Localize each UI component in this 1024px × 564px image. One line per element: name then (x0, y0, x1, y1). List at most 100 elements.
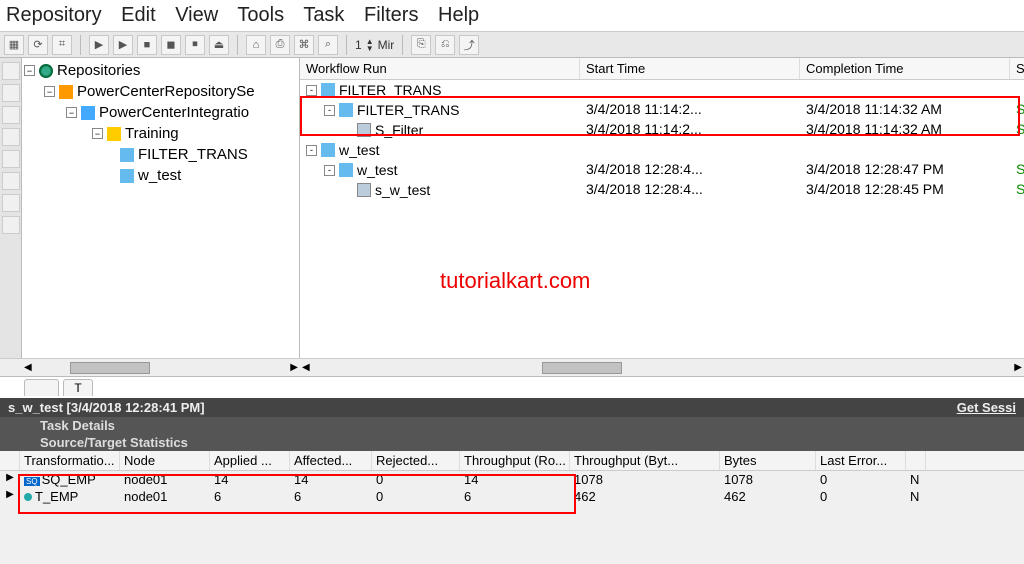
expander-icon[interactable]: − (66, 107, 77, 118)
workflow-run-row[interactable]: -FILTER_TRANS3/4/2018 11:14:2...3/4/2018… (300, 100, 1024, 120)
start-time: 3/4/2018 11:14:2... (580, 100, 800, 120)
scroll-left[interactable]: ◀ (300, 362, 312, 373)
workflow-run-row[interactable]: -w_test3/4/2018 12:28:4...3/4/2018 12:28… (300, 160, 1024, 180)
vtb-2[interactable] (2, 84, 20, 102)
tb-btn-7[interactable]: ◼ (161, 35, 181, 55)
workflow-run-grid[interactable]: Workflow Run Start Time Completion Time … (300, 58, 1024, 358)
expander-icon[interactable]: − (44, 86, 55, 97)
col-start-time[interactable]: Start Time (580, 58, 800, 79)
menu-edit[interactable]: Edit (121, 4, 155, 26)
scrollbar-thumb[interactable] (542, 362, 622, 374)
navigator-tree[interactable]: − Repositories − PowerCenterRepositorySe… (22, 58, 300, 358)
stats-row[interactable]: ▶T_EMPnode0166064624620N (0, 488, 1024, 505)
scroll-right[interactable]: ▶ (288, 362, 300, 373)
stats-row[interactable]: ▶SQSQ_EMPnode011414014107810780N (0, 471, 1024, 488)
throughput-bytes: 462 (570, 488, 720, 505)
vtb-8[interactable] (2, 216, 20, 234)
vtb-3[interactable] (2, 106, 20, 124)
tree-wf-w-test[interactable]: w_test (22, 165, 299, 186)
session-panel: s_w_test [3/4/2018 12:28:41 PM] Get Sess… (0, 398, 1024, 505)
workflow-run-row[interactable]: -w_test (300, 140, 1024, 160)
menu-view[interactable]: View (175, 4, 218, 26)
tree-wf-filter-trans[interactable]: FILTER_TRANS (22, 144, 299, 165)
scroll-right[interactable]: ▶ (1012, 362, 1024, 373)
tb-btn-9[interactable]: ⏏ (209, 35, 229, 55)
tree-folder-training[interactable]: − Training (22, 123, 299, 144)
tb-btn-4[interactable]: ▶ (89, 35, 109, 55)
col-completion-time[interactable]: Completion Time (800, 58, 1010, 79)
spinner-down[interactable]: ▼ (366, 45, 374, 52)
wf-icon (339, 163, 353, 177)
throughput-rows: 14 (460, 471, 570, 488)
tree-integration[interactable]: − PowerCenterIntegratio (22, 102, 299, 123)
rejected-rows: 0 (372, 488, 460, 505)
source-qualifier-icon: SQ (24, 477, 40, 486)
folder-icon (107, 127, 121, 141)
tree-label: PowerCenterIntegratio (99, 104, 249, 121)
workflow-run-row[interactable]: s_w_test3/4/2018 12:28:4...3/4/2018 12:2… (300, 180, 1024, 200)
tb-btn-14[interactable]: ⎘ (411, 35, 431, 55)
bottom-tab-strip: T (0, 376, 1024, 398)
vtb-4[interactable] (2, 128, 20, 146)
applied-rows: 14 (210, 471, 290, 488)
scroll-left[interactable]: ◀ (22, 362, 34, 373)
col-throughput-rows[interactable]: Throughput (Ro... (460, 451, 570, 470)
menu-help[interactable]: Help (438, 4, 479, 26)
tb-btn-13[interactable]: ⌕ (318, 35, 338, 55)
tb-btn-3[interactable]: ⌗ (52, 35, 72, 55)
tb-btn-12[interactable]: ⌘ (294, 35, 314, 55)
menu-task[interactable]: Task (303, 4, 344, 26)
status (1010, 80, 1024, 100)
col-transformation[interactable]: Transformatio... (20, 451, 120, 470)
expander-icon[interactable]: - (306, 145, 317, 156)
tb-btn-8[interactable]: ⏹ (185, 35, 205, 55)
tab-a[interactable] (24, 379, 59, 396)
menu-repository[interactable]: Repository (6, 4, 102, 26)
tb-btn-6[interactable]: ■ (137, 35, 157, 55)
col-node[interactable]: Node (120, 451, 210, 470)
run-name: FILTER_TRANS (357, 102, 459, 118)
col-rejected[interactable]: Rejected... (372, 451, 460, 470)
tree-label: PowerCenterRepositorySe (77, 83, 255, 100)
col-throughput-bytes[interactable]: Throughput (Byt... (570, 451, 720, 470)
expander-icon[interactable]: - (324, 105, 335, 116)
vtb-7[interactable] (2, 194, 20, 212)
tb-btn-1[interactable]: ▦ (4, 35, 24, 55)
tb-btn-2[interactable]: ⟳ (28, 35, 48, 55)
col-bytes[interactable]: Bytes (720, 451, 816, 470)
workflow-run-row[interactable]: S_Filter3/4/2018 11:14:2...3/4/2018 11:1… (300, 120, 1024, 140)
status: Succeeded (1010, 120, 1024, 140)
vertical-toolbar (0, 58, 22, 358)
col-affected[interactable]: Affected... (290, 451, 372, 470)
vtb-1[interactable] (2, 62, 20, 80)
tb-btn-10[interactable]: ⌂ (246, 35, 266, 55)
col-status[interactable]: Status (1010, 58, 1024, 79)
affected-rows: 6 (290, 488, 372, 505)
completion-time (800, 80, 1010, 100)
menu-filters[interactable]: Filters (364, 4, 418, 26)
start-time (580, 80, 800, 100)
expander-icon[interactable]: − (24, 65, 35, 76)
vtb-5[interactable] (2, 150, 20, 168)
expander-icon[interactable]: - (324, 165, 335, 176)
tb-btn-11[interactable]: ⎙ (270, 35, 290, 55)
tb-btn-16[interactable]: ⤴ (459, 35, 479, 55)
expander-icon[interactable]: - (306, 85, 317, 96)
vtb-6[interactable] (2, 172, 20, 190)
workflow-run-row[interactable]: -FILTER_TRANS (300, 80, 1024, 100)
tb-btn-15[interactable]: ⎌ (435, 35, 455, 55)
get-session-link[interactable]: Get Sessi (957, 400, 1016, 415)
col-last-error[interactable]: Last Error... (816, 451, 906, 470)
bytes: 1078 (720, 471, 816, 488)
tree-root-repositories[interactable]: − Repositories (22, 60, 299, 81)
col-workflow-run[interactable]: Workflow Run (300, 58, 580, 79)
tab-b[interactable]: T (63, 379, 92, 396)
target-icon (24, 493, 32, 501)
tb-btn-5[interactable]: ▶ (113, 35, 133, 55)
expander-icon[interactable]: − (92, 128, 103, 139)
applied-rows: 6 (210, 488, 290, 505)
menu-tools[interactable]: Tools (237, 4, 284, 26)
tree-repo[interactable]: − PowerCenterRepositorySe (22, 81, 299, 102)
scrollbar-thumb[interactable] (70, 362, 150, 374)
col-applied[interactable]: Applied ... (210, 451, 290, 470)
